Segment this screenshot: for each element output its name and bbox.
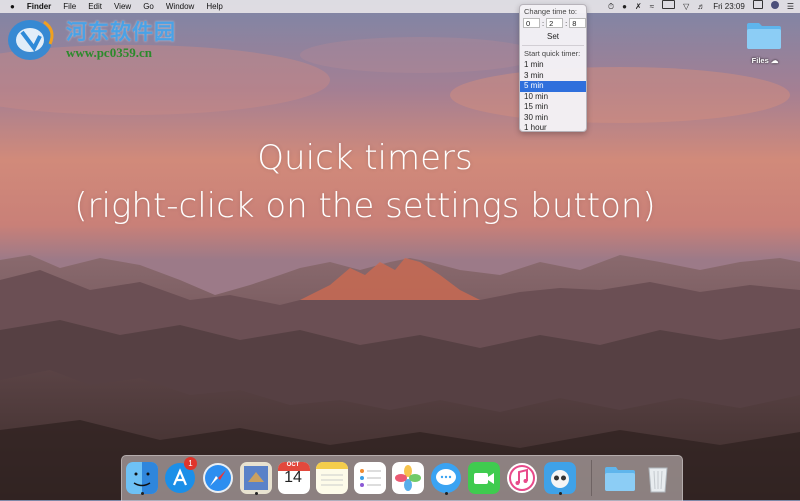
menu-help[interactable]: Help	[200, 0, 228, 13]
menu-extra-icon[interactable]: ●	[622, 0, 627, 13]
quick-timer-option[interactable]: 10 min	[520, 92, 586, 103]
desktop-folder-label[interactable]: Files ☁	[738, 56, 792, 65]
reminders-icon[interactable]	[354, 462, 386, 494]
quick-timer-option[interactable]: 1 hour	[520, 123, 586, 134]
itunes-icon[interactable]	[506, 462, 538, 494]
caption-line-2: (right-click on the settings button)	[74, 186, 656, 226]
watermark-site-name: 河东软件园	[66, 20, 176, 44]
menu-view[interactable]: View	[108, 0, 137, 13]
change-time-label: Change time to:	[524, 7, 577, 16]
quick-timer-option[interactable]: 30 min	[520, 113, 586, 124]
timer-popup: Change time to: 0 : 2 : 8 Set Start quic…	[519, 4, 587, 132]
colon-separator: :	[565, 18, 568, 28]
quick-timer-option[interactable]: 15 min	[520, 102, 586, 113]
menu-file[interactable]: File	[57, 0, 82, 13]
menu-go[interactable]: Go	[137, 0, 160, 13]
airplay-icon[interactable]: ▽	[683, 0, 689, 13]
menu-edit[interactable]: Edit	[82, 0, 108, 13]
app-running-dot	[255, 492, 258, 495]
dock-separator	[591, 460, 592, 496]
caption-line-1: Quick timers	[257, 138, 473, 178]
trash-icon[interactable]	[642, 462, 674, 494]
seconds-field[interactable]: 8	[569, 18, 587, 28]
siri-icon[interactable]	[770, 0, 779, 13]
desktop-folder-icon[interactable]	[746, 20, 782, 50]
menu-app-name[interactable]: Finder	[21, 0, 57, 13]
watermark-url: www.pc0359.cn	[66, 45, 152, 60]
finder-icon[interactable]	[126, 462, 158, 494]
volume-icon[interactable]: ♬	[697, 0, 705, 13]
calendar-month: OCT	[286, 462, 300, 468]
watermark-logo	[8, 20, 54, 60]
notes-icon[interactable]	[316, 462, 348, 494]
menu-bar: ● Finder File Edit View Go Window Help ⏱…	[0, 0, 800, 13]
folder-icon[interactable]	[604, 462, 636, 494]
notification-center-icon[interactable]: ☰	[787, 0, 794, 13]
apple-menu-icon[interactable]: ●	[0, 0, 21, 13]
quick-timer-option[interactable]: 1 min	[520, 60, 586, 71]
colon-separator: :	[542, 18, 545, 28]
mail-icon[interactable]	[240, 462, 272, 494]
display-icon[interactable]	[752, 0, 763, 13]
messages-icon[interactable]	[430, 462, 462, 494]
battery-icon[interactable]	[662, 0, 676, 13]
hours-field[interactable]: 0	[523, 18, 540, 28]
quick-timer-list: 1 min 3 min 5 min 10 min 15 min 30 min 1…	[520, 60, 586, 134]
app-store-badge: 1	[184, 457, 197, 470]
desktop-wallpaper	[0, 0, 800, 500]
quick-timer-option-selected[interactable]: 5 min	[520, 81, 586, 92]
app-running-dot	[559, 492, 562, 495]
facetime-icon[interactable]	[468, 462, 500, 494]
clock[interactable]: Fri 23:09	[713, 0, 745, 13]
quick-timer-option[interactable]: 3 min	[520, 71, 586, 82]
wifi-icon[interactable]: ≈	[650, 0, 654, 13]
popup-divider	[522, 45, 584, 46]
timer-status-icon[interactable]: ⏱	[608, 0, 614, 13]
finder-running-dot	[141, 492, 144, 495]
quick-timer-label: Start quick timer:	[524, 49, 581, 58]
menu-window[interactable]: Window	[160, 0, 200, 13]
safari-icon[interactable]	[202, 462, 234, 494]
caption: Quick timers (right-click on the setting…	[0, 134, 730, 230]
minutes-field[interactable]: 2	[546, 18, 564, 28]
time-fields: 0 : 2 : 8	[523, 18, 587, 28]
dock	[121, 455, 683, 501]
photos-icon[interactable]	[392, 462, 424, 494]
tweetbot-icon[interactable]	[544, 462, 576, 494]
bluetooth-icon[interactable]: ✗	[635, 0, 642, 13]
app-running-dot	[445, 492, 448, 495]
calendar-day: 14	[284, 469, 302, 486]
set-button[interactable]: Set	[520, 32, 586, 41]
